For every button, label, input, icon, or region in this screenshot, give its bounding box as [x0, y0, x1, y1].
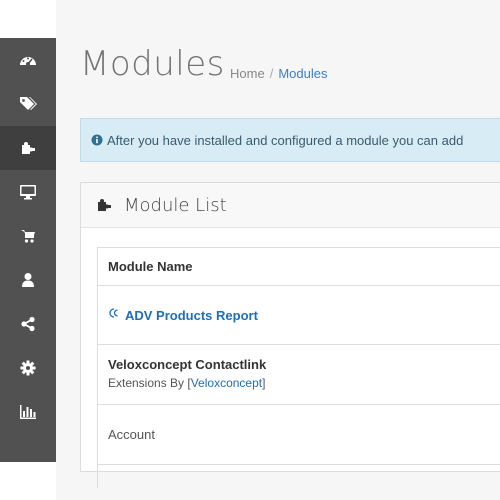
module-table: Module Name ADV Products Report Veloxcon…: [97, 247, 500, 488]
breadcrumb-home-link[interactable]: Home: [230, 66, 265, 81]
shopping-cart-icon: [21, 230, 35, 243]
table-header-row: Module Name: [98, 248, 500, 286]
module-list-panel: Module List Module Name ADV Products Rep…: [80, 182, 500, 488]
cog-icon: [20, 360, 36, 376]
author-prefix: Extensions By [: [108, 376, 191, 390]
breadcrumb-separator: /: [269, 66, 274, 81]
alert-text: After you have installed and configured …: [107, 132, 464, 148]
info-alert: After you have installed and configured …: [80, 118, 500, 162]
share-icon: [21, 316, 35, 332]
info-circle-icon: [91, 134, 103, 146]
sidebar-item-dashboard[interactable]: [0, 38, 56, 82]
module-author-line: Extensions By [Veloxconcept]: [108, 376, 500, 390]
sidebar-item-marketing[interactable]: [0, 302, 56, 346]
author-link[interactable]: Veloxconcept: [191, 376, 262, 390]
adv-logo-icon: [108, 306, 120, 324]
sidebar-item-catalog[interactable]: [0, 82, 56, 126]
column-header-module-name: Module Name: [108, 259, 193, 274]
breadcrumb: Home / Modules: [230, 66, 327, 81]
panel-title: Module List: [124, 194, 227, 216]
sidebar-item-design[interactable]: [0, 170, 56, 214]
main-content: Modules Home / Modules After you have inst…: [56, 0, 500, 500]
table-row: Veloxconcept Contactlink Extensions By […: [98, 345, 500, 405]
puzzle-icon: [98, 199, 111, 211]
sidebar-item-sales[interactable]: [0, 214, 56, 258]
breadcrumb-modules-link[interactable]: Modules: [278, 66, 327, 81]
sidebar: [0, 38, 56, 462]
sidebar-item-system[interactable]: [0, 346, 56, 390]
module-name-veloxconcept: Veloxconcept Contactlink: [108, 357, 267, 372]
dashboard-icon: [20, 57, 36, 66]
panel-heading: Module List: [81, 183, 500, 228]
puzzle-icon: [22, 142, 35, 154]
tags-icon: [20, 97, 37, 110]
page-title: Modules: [80, 44, 225, 84]
author-suffix: ]: [262, 376, 266, 390]
user-icon: [22, 273, 34, 287]
module-name-account: Account: [108, 427, 155, 442]
table-row: ADV Products Report: [98, 286, 500, 345]
table-row: Account: [98, 405, 500, 465]
module-link-adv-products-report[interactable]: ADV Products Report: [125, 308, 258, 323]
bar-chart-icon: [20, 405, 36, 419]
sidebar-item-customers[interactable]: [0, 258, 56, 302]
sidebar-item-extensions[interactable]: [0, 126, 56, 170]
sidebar-item-reports[interactable]: [0, 390, 56, 434]
desktop-icon: [20, 185, 36, 200]
